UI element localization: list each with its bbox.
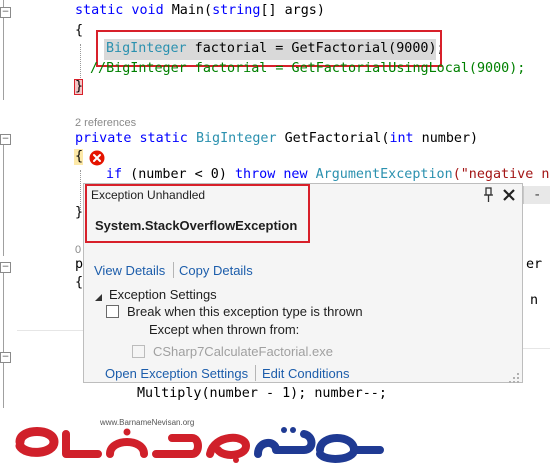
close-icon[interactable] [502, 188, 516, 202]
code-line-if: if (number < 0) throw new ArgumentExcept… [106, 167, 550, 182]
line-separator [523, 348, 550, 349]
collapse-toggle[interactable]: − [0, 262, 11, 273]
except-when-label: Except when thrown from: [149, 322, 300, 337]
code-line-multiply: Multiply(number - 1); number--; [137, 386, 387, 401]
settings-header[interactable]: Exception Settings [109, 287, 217, 302]
code-fragment-er: er [526, 257, 543, 272]
code-brace-close-2: } [75, 205, 84, 220]
view-details-link[interactable]: View Details [94, 263, 165, 278]
collapse-triangle-icon[interactable] [94, 290, 104, 301]
copy-details-link[interactable]: Copy Details [179, 263, 253, 278]
references-lens[interactable]: 2 references [75, 117, 136, 129]
tab-fragment-dash: - [533, 187, 542, 203]
brand-logo [14, 420, 386, 464]
collapse-toggle[interactable]: − [0, 352, 11, 363]
outline-line [3, 144, 4, 256]
line-separator [17, 330, 83, 331]
exception-popup: Exception Unhandled System.StackOverflow… [83, 183, 523, 383]
code-brace-open-2: { [75, 149, 84, 164]
code-line-comment: //BigInteger factorial = GetFactorialUsi… [90, 61, 526, 76]
code-fragment-n: n [530, 293, 539, 308]
code-fragment-p: p [75, 257, 84, 272]
module-checkbox[interactable] [132, 345, 145, 358]
code-method-signature: private static BigInteger GetFactorial(i… [75, 131, 479, 146]
open-exception-settings-link[interactable]: Open Exception Settings [105, 366, 248, 381]
exception-red-box [85, 184, 310, 243]
code-brace-open-3: { [75, 275, 84, 290]
link-separator [255, 365, 256, 381]
break-when-checkbox[interactable] [106, 305, 119, 318]
pin-icon[interactable] [483, 187, 495, 203]
module-label: CSharp7CalculateFactorial.exe [153, 344, 333, 359]
code-brace-close: } [75, 79, 84, 94]
outline-line [3, 272, 4, 352]
link-separator [173, 262, 174, 278]
resize-grip-icon[interactable] [509, 370, 519, 383]
error-icon[interactable] [89, 150, 105, 166]
break-when-label: Break when this exception type is thrown [127, 304, 363, 319]
code-brace-open: { [75, 23, 84, 38]
collapse-toggle[interactable]: − [0, 134, 11, 145]
collapse-toggle[interactable]: − [0, 7, 11, 18]
references-lens-2[interactable]: 0 [75, 244, 81, 256]
code-line-main: static void Main(string[] args) [75, 3, 325, 18]
edit-conditions-link[interactable]: Edit Conditions [262, 366, 349, 381]
outline-line [3, 362, 4, 410]
